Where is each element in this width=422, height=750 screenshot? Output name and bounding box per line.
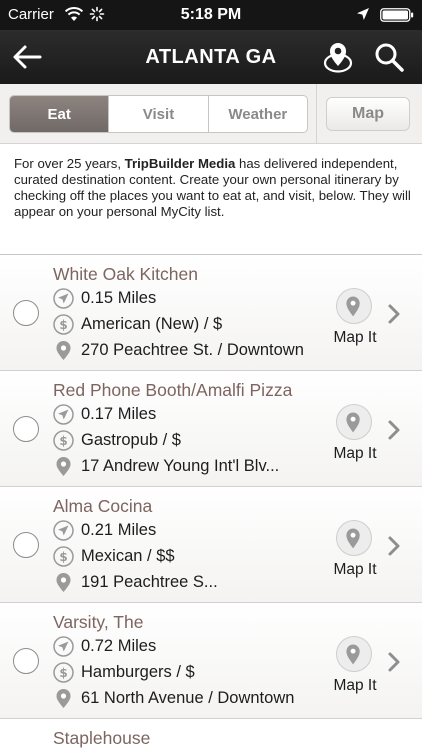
intro-prefix: For over 25 years, [14,156,125,171]
svg-text:$: $ [59,318,67,332]
map-it-circle [336,288,372,324]
category-line: $ Mexican / $$ [53,546,328,568]
distance-line: 0.21 Miles [53,520,328,542]
place-category: American (New) / $ [81,315,223,333]
navigation-arrow-icon [53,636,74,657]
category-line: $ Hamburgers / $ [53,662,328,684]
distance-line: 0.17 Miles [53,404,328,426]
intro-text: For over 25 years, TripBuilder Media has… [14,156,412,220]
address-line: 17 Andrew Young Int'l Blv... [53,456,328,478]
place-name: Red Phone Booth/Amalfi Pizza [53,380,293,400]
place-category: Gastropub / $ [81,431,181,449]
map-it-circle [336,404,372,440]
chevron-right-icon[interactable] [386,419,402,441]
place-name: Varsity, The [53,612,144,632]
address-line: 270 Peachtree St. / Downtown [53,340,328,362]
place-name: Alma Cocina [53,496,153,516]
battery-icon [380,8,414,22]
map-button[interactable]: Map [326,97,410,131]
address-line: 61 North Avenue / Downtown [53,688,328,710]
category-line: $ Gastropub / $ [53,430,328,452]
page-title: ATLANTA GA [145,46,277,68]
location-pin-icon [56,457,71,476]
map-pin-icon [346,644,360,665]
itinerary-checkbox[interactable] [13,300,39,326]
dollar-icon: $ [53,546,74,567]
search-icon[interactable] [372,40,406,74]
map-it-label: Map It [333,329,377,346]
place-name: White Oak Kitchen [53,264,198,284]
itinerary-checkbox[interactable] [13,416,39,442]
address-line: 191 Peachtree S... [53,572,328,594]
intro-brand: TripBuilder Media [124,156,236,171]
place-distance: 0.17 Miles [81,405,157,423]
chevron-right-icon[interactable] [386,651,402,673]
place-name: Staplehouse [53,728,151,748]
map-it-circle [336,520,372,556]
place-address: 61 North Avenue / Downtown [81,689,295,707]
my-location-pin-icon[interactable] [322,39,354,75]
place-category: Hamburgers / $ [81,663,195,681]
place-row[interactable]: White Oak Kitchen 0.15 Miles $ American … [0,255,422,371]
navigation-arrow-icon [53,288,74,309]
itinerary-checkbox[interactable] [13,532,39,558]
location-arrow-icon [357,8,369,20]
place-distance: 0.72 Miles [81,637,157,655]
place-row[interactable]: Varsity, The 0.72 Miles $ Hamburgers / $… [0,603,422,719]
svg-text:$: $ [59,550,67,564]
dollar-icon: $ [53,314,74,335]
place-list: White Oak Kitchen 0.15 Miles $ American … [0,255,422,750]
map-pin-icon [346,528,360,549]
place-distance: 0.21 Miles [81,521,157,539]
place-category: Mexican / $$ [81,547,175,565]
chevron-right-icon[interactable] [386,303,402,325]
dollar-icon: $ [53,662,74,683]
map-pin-icon [346,412,360,433]
status-bar: Carrier 5:18 PM [0,0,422,30]
navigation-arrow-icon [53,520,74,541]
place-distance: 0.15 Miles [81,289,157,307]
place-row[interactable]: Staplehouse [0,719,422,750]
dollar-icon: $ [53,430,74,451]
map-it-label: Map It [333,445,377,462]
place-address: 270 Peachtree St. / Downtown [81,341,304,359]
location-pin-icon [56,689,71,708]
place-address: 17 Andrew Young Int'l Blv... [81,457,280,475]
map-pin-icon [346,296,360,317]
category-segment-bar: Eat Visit Weather Map [0,84,422,144]
chevron-right-icon[interactable] [386,535,402,557]
map-it-label: Map It [333,561,377,578]
place-row[interactable]: Alma Cocina 0.21 Miles $ Mexican / $$ 19… [0,487,422,603]
location-pin-icon [56,573,71,592]
segment-divider [316,84,317,144]
map-it-circle [336,636,372,672]
place-address: 191 Peachtree S... [81,573,218,591]
map-it-label: Map It [333,677,377,694]
tab-eat[interactable]: Eat [10,96,110,132]
svg-text:$: $ [59,434,67,448]
location-pin-icon [56,341,71,360]
category-segmented-control: Eat Visit Weather [9,95,308,133]
svg-text:$: $ [59,666,67,680]
place-row[interactable]: Red Phone Booth/Amalfi Pizza 0.17 Miles … [0,371,422,487]
category-line: $ American (New) / $ [53,314,328,336]
itinerary-checkbox[interactable] [13,648,39,674]
navigation-arrow-icon [53,404,74,425]
navigation-bar: ATLANTA GA [0,30,422,84]
distance-line: 0.72 Miles [53,636,328,658]
tab-visit[interactable]: Visit [109,96,209,132]
tab-weather[interactable]: Weather [209,96,307,132]
distance-line: 0.15 Miles [53,288,328,310]
